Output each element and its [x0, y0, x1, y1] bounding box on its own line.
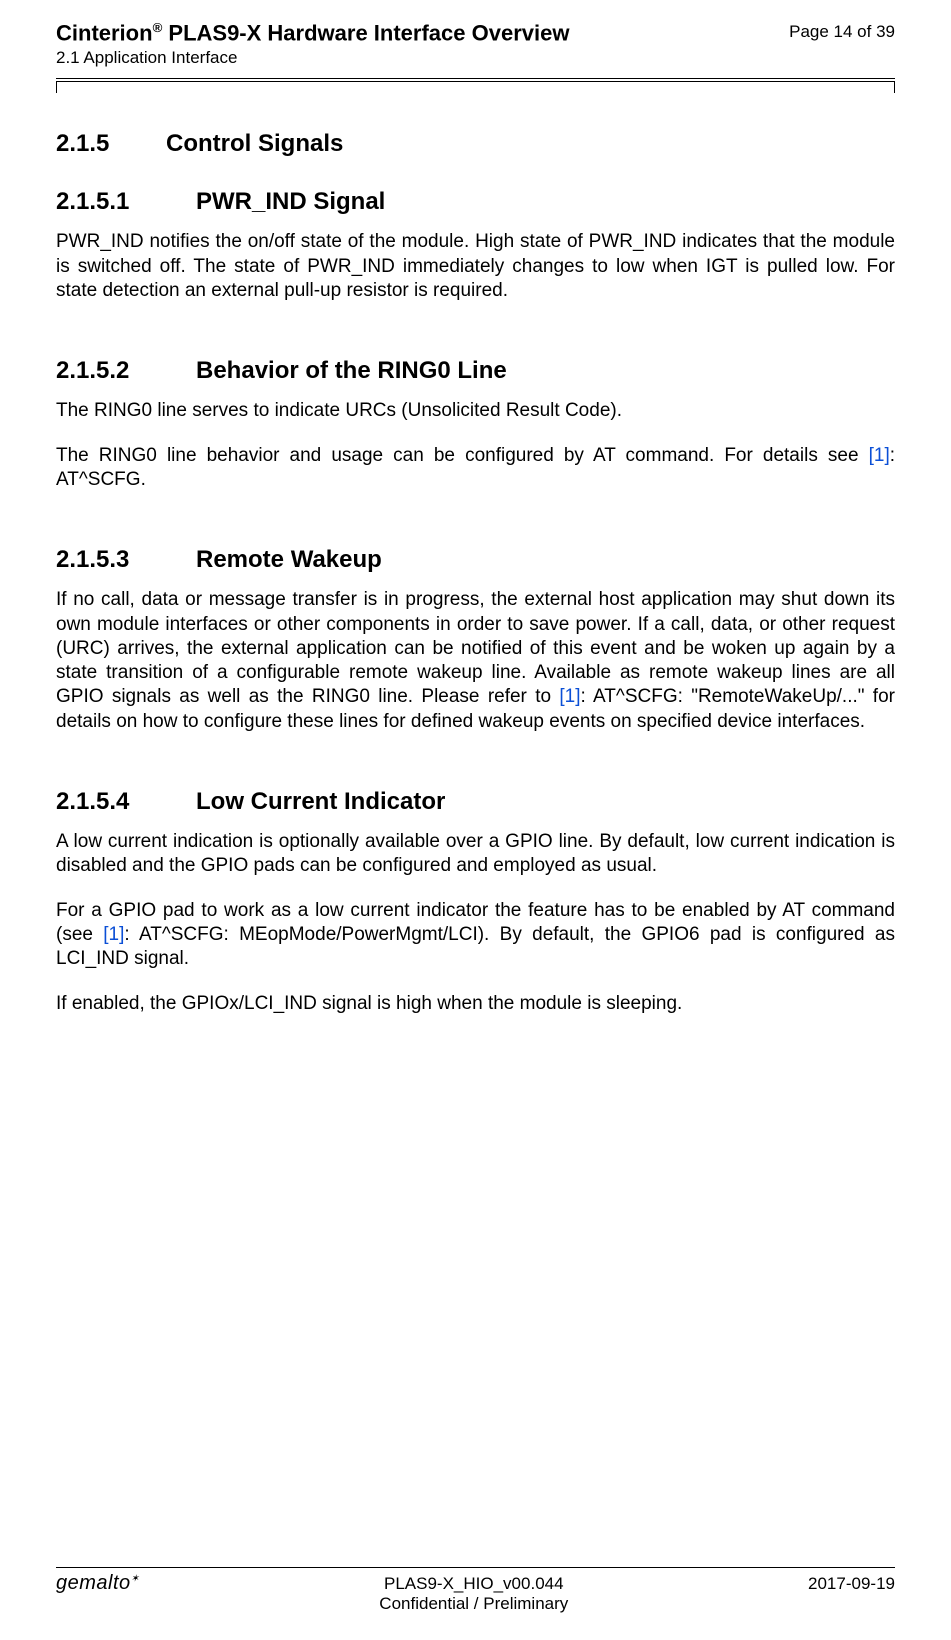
footer-doc-id: PLAS9-X_HIO_v00.044	[384, 1574, 564, 1594]
footer-center: PLAS9-X_HIO_v00.044 Confidential / Preli…	[379, 1574, 568, 1614]
paragraph: The RING0 line serves to indicate URCs (…	[56, 399, 895, 423]
section-2-1-5-3: 2.1.5.3Remote Wakeup If no call, data or…	[56, 546, 895, 734]
page-content: 2.1.5Control Signals 2.1.5.1PWR_IND Sign…	[56, 82, 895, 1016]
doc-title: Cinterion® PLAS9-X Hardware Interface Ov…	[56, 20, 569, 46]
logo-text: gemalto	[56, 1572, 131, 1594]
title-registered: ®	[153, 20, 163, 35]
heading-text: PWR_IND Signal	[196, 188, 385, 215]
paragraph: PWR_IND notifies the on/off state of the…	[56, 230, 895, 303]
footer-confidentiality: Confidential / Preliminary	[379, 1594, 568, 1614]
reference-link[interactable]: [1]	[103, 924, 124, 945]
heading-number: 2.1.5.4	[56, 788, 196, 816]
paragraph: For a GPIO pad to work as a low current …	[56, 899, 895, 972]
heading-text: Low Current Indicator	[196, 788, 445, 815]
heading-number: 2.1.5.1	[56, 188, 196, 216]
rule-tick	[894, 81, 895, 93]
rule-line	[56, 78, 895, 79]
text-run: : AT^SCFG: MEopMode/PowerMgmt/LCI). By d…	[56, 924, 895, 969]
heading-number: 2.1.5	[56, 130, 166, 158]
heading-text: Remote Wakeup	[196, 546, 382, 573]
reference-link[interactable]: [1]	[559, 686, 580, 707]
heading-number: 2.1.5.2	[56, 357, 196, 385]
header-left: Cinterion® PLAS9-X Hardware Interface Ov…	[56, 20, 569, 68]
header-rule	[56, 78, 895, 82]
title-suffix: PLAS9-X Hardware Interface Overview	[162, 20, 569, 45]
paragraph: The RING0 line behavior and usage can be…	[56, 444, 895, 493]
section-2-1-5-2: 2.1.5.2Behavior of the RING0 Line The RI…	[56, 357, 895, 492]
section-2-1-5-4: 2.1.5.4Low Current Indicator A low curre…	[56, 788, 895, 1016]
gemalto-logo: gemalto✶	[56, 1572, 140, 1595]
rule-tick	[56, 81, 57, 93]
heading-text: Control Signals	[166, 130, 343, 157]
heading-2-1-5-4: 2.1.5.4Low Current Indicator	[56, 788, 895, 816]
heading-number: 2.1.5.3	[56, 546, 196, 574]
rule-line	[56, 81, 895, 82]
text-run: The RING0 line behavior and usage can be…	[56, 445, 869, 466]
heading-2-1-5-3: 2.1.5.3Remote Wakeup	[56, 546, 895, 574]
footer-rule	[56, 1567, 895, 1568]
section-2-1-5-1: 2.1.5.1PWR_IND Signal PWR_IND notifies t…	[56, 188, 895, 303]
title-prefix: Cinterion	[56, 20, 153, 45]
page-number: Page 14 of 39	[789, 20, 895, 42]
paragraph: If no call, data or message transfer is …	[56, 588, 895, 734]
heading-text: Behavior of the RING0 Line	[196, 357, 507, 384]
logo-star-icon: ✶	[131, 1573, 140, 1584]
paragraph: A low current indication is optionally a…	[56, 830, 895, 879]
paragraph: If enabled, the GPIOx/LCI_IND signal is …	[56, 992, 895, 1016]
reference-link[interactable]: [1]	[869, 445, 890, 466]
page-header: Cinterion® PLAS9-X Hardware Interface Ov…	[56, 0, 895, 68]
heading-2-1-5-2: 2.1.5.2Behavior of the RING0 Line	[56, 357, 895, 385]
footer-right: 2017-09-19	[808, 1574, 895, 1594]
page-footer: gemalto✶ PLAS9-X_HIO_v00.044 Confidentia…	[56, 1567, 895, 1614]
heading-2-1-5: 2.1.5Control Signals	[56, 130, 895, 158]
footer-row: gemalto✶ PLAS9-X_HIO_v00.044 Confidentia…	[56, 1574, 895, 1614]
doc-section: 2.1 Application Interface	[56, 48, 569, 68]
footer-left: gemalto✶	[56, 1574, 140, 1597]
heading-2-1-5-1: 2.1.5.1PWR_IND Signal	[56, 188, 895, 216]
footer-date: 2017-09-19	[808, 1574, 895, 1593]
